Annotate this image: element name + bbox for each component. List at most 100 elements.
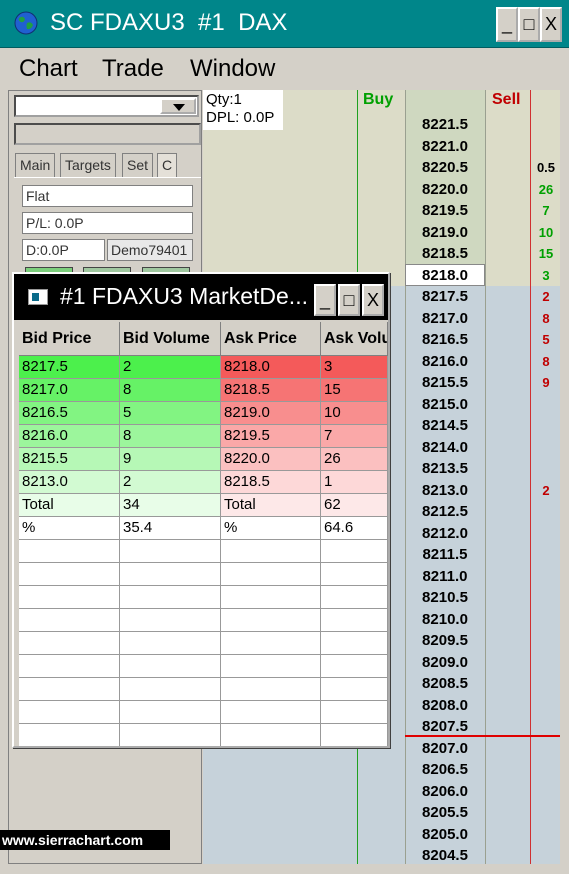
empty-cell [321, 655, 388, 678]
price-cell[interactable]: 8214.5 [405, 415, 485, 437]
price-cell[interactable]: 8215.5 [405, 372, 485, 394]
tab-main[interactable]: Main [15, 153, 56, 177]
price-cell[interactable]: 8207.5 [405, 716, 485, 738]
md-maximize-button[interactable]: □ [338, 284, 360, 316]
market-depth-qty: 8 [542, 353, 550, 369]
empty-cell [19, 632, 120, 655]
depth-cell: 2 [120, 356, 221, 379]
price-cell[interactable]: 8220.5 [405, 157, 485, 179]
chevron-down-icon[interactable] [160, 98, 196, 114]
empty-cell [19, 678, 120, 701]
price-cell[interactable]: 8206.5 [405, 759, 485, 781]
menu-chart[interactable]: Chart [19, 55, 78, 83]
depth-cell: 8218.0 [221, 356, 321, 379]
account-field[interactable]: Demo79401 [107, 239, 193, 261]
empty-cell [120, 586, 221, 609]
market-depth-qty: 3 [542, 267, 550, 283]
empty-cell [120, 609, 221, 632]
empty-cell [221, 540, 321, 563]
empty-cell [19, 563, 120, 586]
price-cell[interactable]: 8211.5 [405, 544, 485, 566]
price-cell[interactable]: 8212.5 [405, 501, 485, 523]
tab-set[interactable]: Set [122, 153, 154, 177]
price-cell[interactable]: 8219.0 [405, 222, 485, 244]
depth-cell: 34 [120, 494, 221, 517]
depth-cell: 64.6 [321, 517, 388, 540]
price-cell[interactable]: 8216.0 [405, 351, 485, 373]
depth-cell: 8 [120, 425, 221, 448]
close-button[interactable]: X [540, 7, 562, 42]
depth-cell: 9 [120, 448, 221, 471]
market-depth-titlebar[interactable]: #1 FDAXU3 MarketDe... _ □ X [14, 274, 388, 320]
window-icon [28, 289, 48, 305]
price-cell[interactable]: 8214.0 [405, 437, 485, 459]
minimize-button[interactable]: _ [496, 7, 518, 42]
market-depth-window[interactable]: #1 FDAXU3 MarketDe... _ □ X Bid Price Bid… [12, 272, 390, 748]
price-cell[interactable]: 8219.5 [405, 200, 485, 222]
price-cell[interactable]: 8220.0 [405, 179, 485, 201]
price-cell[interactable]: 8212.0 [405, 523, 485, 545]
price-cell[interactable]: 8211.0 [405, 566, 485, 588]
empty-cell [221, 701, 321, 724]
symbol-dropdown[interactable] [14, 95, 199, 117]
ladder-info-box: Qty:1 DPL: 0.0P [203, 90, 283, 130]
price-cell[interactable]: 8217.5 [405, 286, 485, 308]
watermark-text: www.sierrachart.com [0, 830, 170, 850]
empty-cell [19, 609, 120, 632]
price-cell[interactable]: 8205.5 [405, 802, 485, 824]
depth-cell: 1 [321, 471, 388, 494]
depth-cell: 35.4 [120, 517, 221, 540]
market-depth-qty: 5 [542, 332, 550, 347]
tab-c[interactable]: C [157, 153, 178, 177]
market-depth-qty: 7 [542, 203, 550, 218]
dpl-label: DPL: 0.0P [206, 109, 275, 126]
depth-cell: 8218.5 [221, 471, 321, 494]
market-depth-qty: 9 [542, 375, 550, 390]
price-cell[interactable]: 8209.0 [405, 652, 485, 674]
price-cell[interactable]: 8208.0 [405, 695, 485, 717]
bid-price-header[interactable]: Bid Price [19, 322, 120, 356]
md-close-button[interactable]: X [362, 284, 384, 316]
depth-cell: 62 [321, 494, 388, 517]
empty-cell [120, 655, 221, 678]
empty-cell [19, 540, 120, 563]
price-cell[interactable]: 8218.5 [405, 243, 485, 265]
empty-cell [321, 701, 388, 724]
market-depth-table[interactable]: Bid Price Bid Volume Ask Price Ask Volu 8217… [19, 322, 388, 746]
price-cell[interactable]: 8217.0 [405, 308, 485, 330]
price-cell[interactable]: 8209.5 [405, 630, 485, 652]
empty-cell [321, 632, 388, 655]
empty-cell [120, 563, 221, 586]
ask-price-header[interactable]: Ask Price [221, 322, 321, 356]
bid-volume-header[interactable]: Bid Volume [120, 322, 221, 356]
price-cell[interactable]: 8206.0 [405, 781, 485, 803]
price-cell[interactable]: 8221.0 [405, 136, 485, 158]
price-cell[interactable]: 8215.0 [405, 394, 485, 416]
market-depth-title: #1 FDAXU3 MarketDe... [60, 283, 308, 309]
main-titlebar[interactable]: SC FDAXU3 #1 DAX _ □ X [0, 0, 569, 48]
price-cell[interactable]: 8208.5 [405, 673, 485, 695]
menu-trade[interactable]: Trade [102, 55, 164, 83]
price-cell[interactable]: 8205.0 [405, 824, 485, 846]
buy-column-header: Buy [363, 91, 394, 108]
empty-cell [321, 724, 388, 746]
price-cell[interactable]: 8210.0 [405, 609, 485, 631]
empty-cell [221, 655, 321, 678]
maximize-button[interactable]: □ [518, 7, 540, 42]
md-minimize-button[interactable]: _ [314, 284, 336, 316]
price-cell[interactable]: 8207.0 [405, 738, 485, 760]
price-cell[interactable]: 8210.5 [405, 587, 485, 609]
menu-window[interactable]: Window [190, 55, 275, 83]
position-field: Flat [22, 185, 193, 207]
price-cell[interactable]: 8213.5 [405, 458, 485, 480]
price-cell[interactable]: 8204.5 [405, 845, 485, 864]
price-cell[interactable]: 8218.0 [405, 265, 485, 287]
price-cell[interactable]: 8221.5 [405, 114, 485, 136]
price-cell[interactable]: 8213.0 [405, 480, 485, 502]
ask-volume-header[interactable]: Ask Volu [321, 322, 388, 356]
depth-cell: 8218.5 [221, 379, 321, 402]
price-cell[interactable]: 8216.5 [405, 329, 485, 351]
tab-targets[interactable]: Targets [60, 153, 116, 177]
depth-cell: 8213.0 [19, 471, 120, 494]
empty-cell [120, 540, 221, 563]
